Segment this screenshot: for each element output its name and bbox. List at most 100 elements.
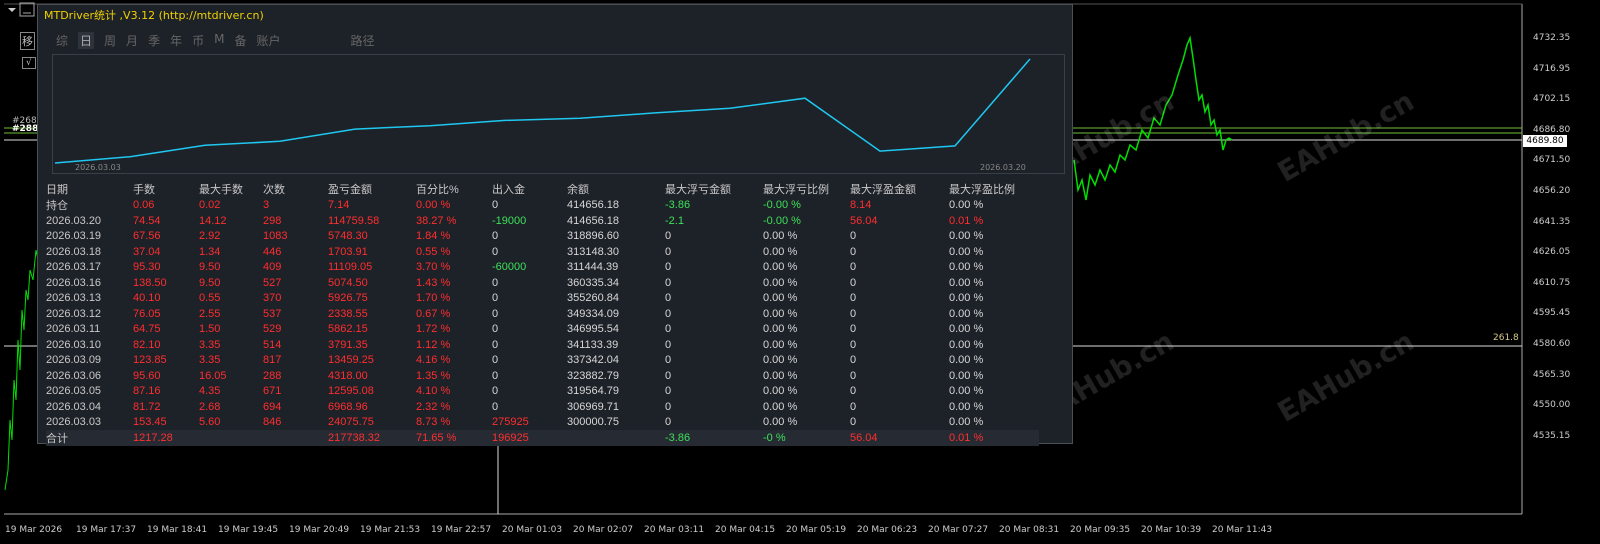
- col-header[interactable]: 余额: [567, 181, 665, 197]
- table-cell: 1.43 %: [416, 276, 451, 289]
- tab-1[interactable]: 日: [78, 32, 95, 49]
- table-cell: 1.35 %: [416, 369, 451, 382]
- table-cell: 0: [850, 261, 857, 274]
- total-cell: 1217.28: [133, 430, 199, 446]
- table-cell: 0: [850, 230, 857, 243]
- table-cell: 0: [492, 230, 499, 243]
- table-cell: 298: [263, 214, 282, 227]
- col-header[interactable]: 最大浮盈金额: [850, 181, 949, 197]
- tab-10[interactable]: 路径: [351, 32, 375, 49]
- table-row[interactable]: 2026.03.13 40.10 0.55 370 5926.75 1.70 % 0 3552…: [46, 291, 1039, 307]
- table-cell: 0.00 %: [949, 369, 984, 382]
- table-cell: 0.00 %: [949, 354, 984, 367]
- table-row[interactable]: 2026.03.05 87.16 4.35 671 12595.08 4.10 % 0 319…: [46, 384, 1039, 400]
- time-tick: 20 Mar 06:23: [857, 525, 918, 535]
- table-row[interactable]: 2026.03.04 81.72 2.68 694 6968.96 2.32 % 0 3069…: [46, 399, 1039, 415]
- table-cell: 537: [263, 307, 282, 320]
- tab-bar[interactable]: 综日周月季年币 M 备账户 路径: [56, 32, 385, 49]
- table-cell: 2026.03.04: [46, 400, 102, 413]
- table-cell: 1083: [263, 230, 288, 243]
- tab-6[interactable]: 币: [192, 32, 204, 49]
- table-cell: 2026.03.16: [46, 276, 102, 289]
- table-cell: 1.84 %: [416, 230, 451, 243]
- time-tick: 19 Mar 17:37: [76, 525, 137, 535]
- table-cell: 318896.60: [567, 230, 619, 243]
- table-cell: 13459.25: [328, 354, 374, 367]
- table-cell: 0: [665, 230, 672, 243]
- left-check-button[interactable]: √: [22, 57, 36, 69]
- tab-0[interactable]: 综: [56, 32, 68, 49]
- stats-panel[interactable]: MTDriver统计 ,V3.12 (http://mtdriver.cn) 综…: [37, 4, 1073, 446]
- table-cell: 275925: [492, 416, 529, 429]
- table-cell: 37.04: [133, 245, 161, 258]
- tab-3[interactable]: 月: [126, 32, 138, 49]
- table-cell: 1703.91: [328, 245, 368, 258]
- col-header[interactable]: 最大浮盈比例: [949, 181, 1039, 197]
- tab-2[interactable]: 周: [104, 32, 116, 49]
- table-cell: 0: [665, 276, 672, 289]
- price-tick: 4686.80: [1533, 124, 1571, 135]
- tab-5[interactable]: 年: [170, 32, 182, 49]
- tab-9[interactable]: 账户: [256, 32, 280, 49]
- table-cell: 14.12: [199, 214, 227, 227]
- time-tick: 19 Mar 18:41: [147, 525, 208, 535]
- table-cell: 0: [492, 323, 499, 336]
- table-cell: 0: [850, 385, 857, 398]
- table-cell: 2026.03.06: [46, 369, 102, 382]
- table-cell: 0.00 %: [763, 385, 798, 398]
- table-cell: 1.72 %: [416, 323, 451, 336]
- table-cell: 6968.96: [328, 400, 368, 413]
- table-cell: 40.10: [133, 292, 161, 305]
- col-header[interactable]: 最大浮亏比例: [763, 181, 850, 197]
- table-row[interactable]: 2026.03.16 138.50 9.50 527 5074.50 1.43 % 0 360…: [46, 275, 1039, 291]
- table-cell: 300000.75: [567, 416, 619, 429]
- table-cell: 0.00 %: [949, 245, 984, 258]
- total-row: 合计 1217.28 217738.32 71.65 % 196925 -3.86 -0 %…: [46, 430, 1039, 446]
- col-header[interactable]: 盈亏金额: [328, 181, 416, 197]
- window-controls[interactable]: [0, 0, 36, 18]
- table-row[interactable]: 2026.03.19 67.56 2.92 1083 5748.30 1.84 % 0 318…: [46, 229, 1039, 245]
- price-tick: 4732.35: [1533, 33, 1571, 43]
- table-cell: 0: [492, 369, 499, 382]
- table-cell: 0: [665, 261, 672, 274]
- table-row[interactable]: 2026.03.11 64.75 1.50 529 5862.15 1.72 % 0 3469…: [46, 322, 1039, 338]
- col-header[interactable]: 日期: [46, 181, 133, 197]
- table-cell: 288: [263, 369, 282, 382]
- col-header[interactable]: 次数: [263, 181, 328, 197]
- table-row[interactable]: 2026.03.10 82.10 3.35 514 3791.35 1.12 % 0 3411…: [46, 337, 1039, 353]
- table-row[interactable]: 持仓 0.06 0.02 3 7.14 0.00 % 0 414656.18 -3.86 -0.0…: [46, 197, 1039, 213]
- table-cell: 0: [850, 400, 857, 413]
- table-row[interactable]: 2026.03.18 37.04 1.34 446 1703.91 0.55 % 0 3131…: [46, 244, 1039, 260]
- col-header[interactable]: 百分比%: [416, 181, 492, 197]
- table-cell: 0: [850, 323, 857, 336]
- tab-8[interactable]: 备: [234, 32, 246, 49]
- table-row[interactable]: 2026.03.06 95.60 16.05 288 4318.00 1.35 % 0 323…: [46, 368, 1039, 384]
- table-row[interactable]: 2026.03.03 153.45 5.60 846 24075.75 8.73 % 275…: [46, 415, 1039, 431]
- time-tick: 20 Mar 09:35: [1070, 525, 1131, 535]
- table-cell: 3.35: [199, 338, 221, 351]
- table-cell: 0: [492, 292, 499, 305]
- table-cell: 8.14: [850, 199, 872, 211]
- table-cell: 313148.30: [567, 245, 619, 258]
- total-cell: 0.01 %: [949, 430, 1039, 446]
- table-row[interactable]: 2026.03.12 76.05 2.55 537 2338.55 0.67 % 0 3493…: [46, 306, 1039, 322]
- table-cell: 11109.05: [328, 261, 373, 274]
- col-header[interactable]: 出入金: [492, 181, 567, 197]
- table-cell: 360335.34: [567, 276, 619, 289]
- tab-4[interactable]: 季: [148, 32, 160, 49]
- table-row[interactable]: 2026.03.20 74.54 14.12 298 114759.58 38.27 % -…: [46, 213, 1039, 229]
- table-row[interactable]: 2026.03.17 95.30 9.50 409 11109.05 3.70 % -600…: [46, 260, 1039, 276]
- table-cell: 0.00 %: [949, 400, 984, 413]
- col-header[interactable]: 最大手数: [199, 181, 263, 197]
- table-cell: 38.27 %: [416, 214, 457, 227]
- table-cell: 0: [492, 199, 499, 211]
- left-box-button[interactable]: 移: [20, 32, 35, 50]
- current-price-tag: 4689.80: [1523, 135, 1567, 147]
- col-header[interactable]: 最大浮亏金额: [665, 181, 763, 197]
- col-header[interactable]: 手数: [133, 181, 199, 197]
- tab-7[interactable]: M: [214, 32, 224, 49]
- level-label-2: #288: [12, 124, 39, 134]
- table-cell: 0: [665, 245, 672, 258]
- table-cell: 0: [665, 323, 672, 336]
- table-row[interactable]: 2026.03.09 123.85 3.35 817 13459.25 4.16 % 0 33…: [46, 353, 1039, 369]
